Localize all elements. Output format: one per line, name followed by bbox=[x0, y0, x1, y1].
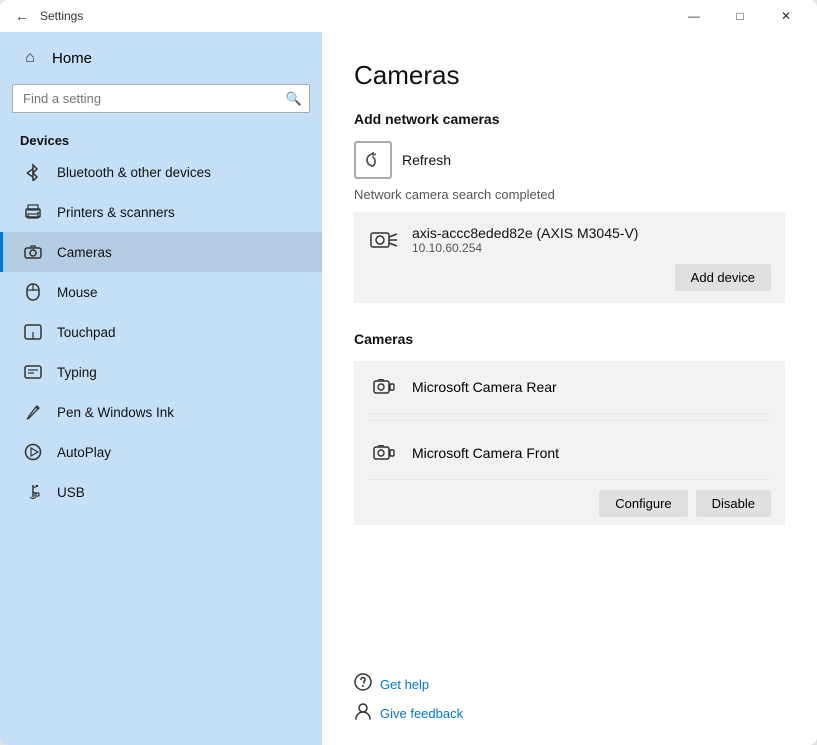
network-camera-info: axis-accc8eded82e (AXIS M3045-V) 10.10.6… bbox=[368, 224, 771, 256]
camera-front-icon bbox=[368, 437, 400, 469]
sidebar-item-pen-label: Pen & Windows Ink bbox=[57, 405, 174, 420]
content-area: Cameras Add network cameras Refresh Netw… bbox=[322, 32, 817, 745]
camera-rear-icon bbox=[368, 371, 400, 403]
network-camera-ip: 10.10.60.254 bbox=[412, 241, 771, 255]
give-feedback-icon bbox=[354, 702, 372, 725]
sidebar-section-title: Devices bbox=[0, 125, 322, 152]
camera-icon bbox=[23, 242, 43, 262]
sidebar-item-mouse[interactable]: Mouse bbox=[0, 272, 322, 312]
sidebar-item-usb[interactable]: USB bbox=[0, 472, 322, 512]
back-button[interactable]: ← bbox=[8, 2, 36, 30]
get-help-row[interactable]: Get help bbox=[354, 673, 785, 696]
sidebar-item-cameras-label: Cameras bbox=[57, 245, 112, 260]
sidebar-item-touchpad-label: Touchpad bbox=[57, 325, 116, 340]
camera-rear-name: Microsoft Camera Rear bbox=[412, 379, 557, 395]
cameras-section-box: Microsoft Camera Rear Microsoft bbox=[354, 361, 785, 525]
sidebar-home-item[interactable]: ⌂ Home bbox=[0, 32, 322, 84]
sidebar-item-touchpad[interactable]: Touchpad bbox=[0, 312, 322, 352]
camera-divider bbox=[368, 420, 771, 421]
network-camera-icon bbox=[368, 224, 400, 256]
cameras-section-inner: Microsoft Camera Rear Microsoft bbox=[354, 361, 785, 525]
sidebar-item-printers[interactable]: Printers & scanners bbox=[0, 192, 322, 232]
disable-button[interactable]: Disable bbox=[696, 490, 771, 517]
camera-list-item-rear[interactable]: Microsoft Camera Rear bbox=[368, 361, 771, 414]
minimize-button[interactable]: — bbox=[671, 0, 717, 32]
sidebar-item-bluetooth[interactable]: Bluetooth & other devices bbox=[0, 152, 322, 192]
camera-front-name: Microsoft Camera Front bbox=[412, 445, 559, 461]
add-device-button[interactable]: Add device bbox=[675, 264, 771, 291]
sidebar-item-typing[interactable]: Typing bbox=[0, 352, 322, 392]
refresh-icon bbox=[354, 141, 392, 179]
settings-window: ← Settings — □ ✕ ⌂ Home 🔍 Devices bbox=[0, 0, 817, 745]
sidebar-item-cameras[interactable]: Cameras bbox=[0, 232, 322, 272]
sidebar-item-usb-label: USB bbox=[57, 485, 85, 500]
status-text: Network camera search completed bbox=[354, 187, 785, 202]
main-layout: ⌂ Home 🔍 Devices Bluetooth & o bbox=[0, 32, 817, 745]
give-feedback-link[interactable]: Give feedback bbox=[380, 706, 463, 721]
sidebar-item-mouse-label: Mouse bbox=[57, 285, 98, 300]
sidebar-item-autoplay-label: AutoPlay bbox=[57, 445, 111, 460]
camera-list-item-front[interactable]: Microsoft Camera Front bbox=[368, 427, 771, 480]
close-button[interactable]: ✕ bbox=[763, 0, 809, 32]
maximize-button[interactable]: □ bbox=[717, 0, 763, 32]
sidebar-item-typing-label: Typing bbox=[57, 365, 97, 380]
search-icon: 🔍 bbox=[286, 91, 302, 107]
titlebar-title: Settings bbox=[36, 9, 671, 23]
pen-icon bbox=[23, 402, 43, 422]
search-container: 🔍 bbox=[12, 84, 310, 113]
sidebar-item-printers-label: Printers & scanners bbox=[57, 205, 175, 220]
get-help-link[interactable]: Get help bbox=[380, 677, 429, 692]
home-icon: ⌂ bbox=[20, 48, 40, 68]
home-label: Home bbox=[52, 50, 92, 67]
page-title: Cameras bbox=[354, 60, 785, 91]
sidebar-item-bluetooth-label: Bluetooth & other devices bbox=[57, 165, 211, 180]
sidebar: ⌂ Home 🔍 Devices Bluetooth & o bbox=[0, 32, 322, 745]
mouse-icon bbox=[23, 282, 43, 302]
touchpad-icon bbox=[23, 322, 43, 342]
network-camera-details: axis-accc8eded82e (AXIS M3045-V) 10.10.6… bbox=[412, 225, 771, 255]
sidebar-item-autoplay[interactable]: AutoPlay bbox=[0, 432, 322, 472]
sidebar-item-pen[interactable]: Pen & Windows Ink bbox=[0, 392, 322, 432]
refresh-label: Refresh bbox=[402, 152, 451, 168]
cameras-header: Cameras bbox=[354, 331, 785, 347]
give-feedback-row[interactable]: Give feedback bbox=[354, 702, 785, 725]
search-input[interactable] bbox=[12, 84, 310, 113]
footer-links: Get help Give feedback bbox=[354, 653, 785, 725]
get-help-icon bbox=[354, 673, 372, 696]
refresh-row[interactable]: Refresh bbox=[354, 141, 785, 179]
camera-actions: Configure Disable bbox=[368, 480, 771, 525]
bluetooth-icon bbox=[23, 162, 43, 182]
titlebar: ← Settings — □ ✕ bbox=[0, 0, 817, 32]
usb-icon bbox=[23, 482, 43, 502]
typing-icon bbox=[23, 362, 43, 382]
printer-icon bbox=[23, 202, 43, 222]
window-controls: — □ ✕ bbox=[671, 0, 809, 32]
network-camera-card: axis-accc8eded82e (AXIS M3045-V) 10.10.6… bbox=[354, 212, 785, 303]
configure-button[interactable]: Configure bbox=[599, 490, 687, 517]
add-network-cameras-header: Add network cameras bbox=[354, 111, 785, 127]
autoplay-icon bbox=[23, 442, 43, 462]
network-camera-name: axis-accc8eded82e (AXIS M3045-V) bbox=[412, 225, 771, 241]
